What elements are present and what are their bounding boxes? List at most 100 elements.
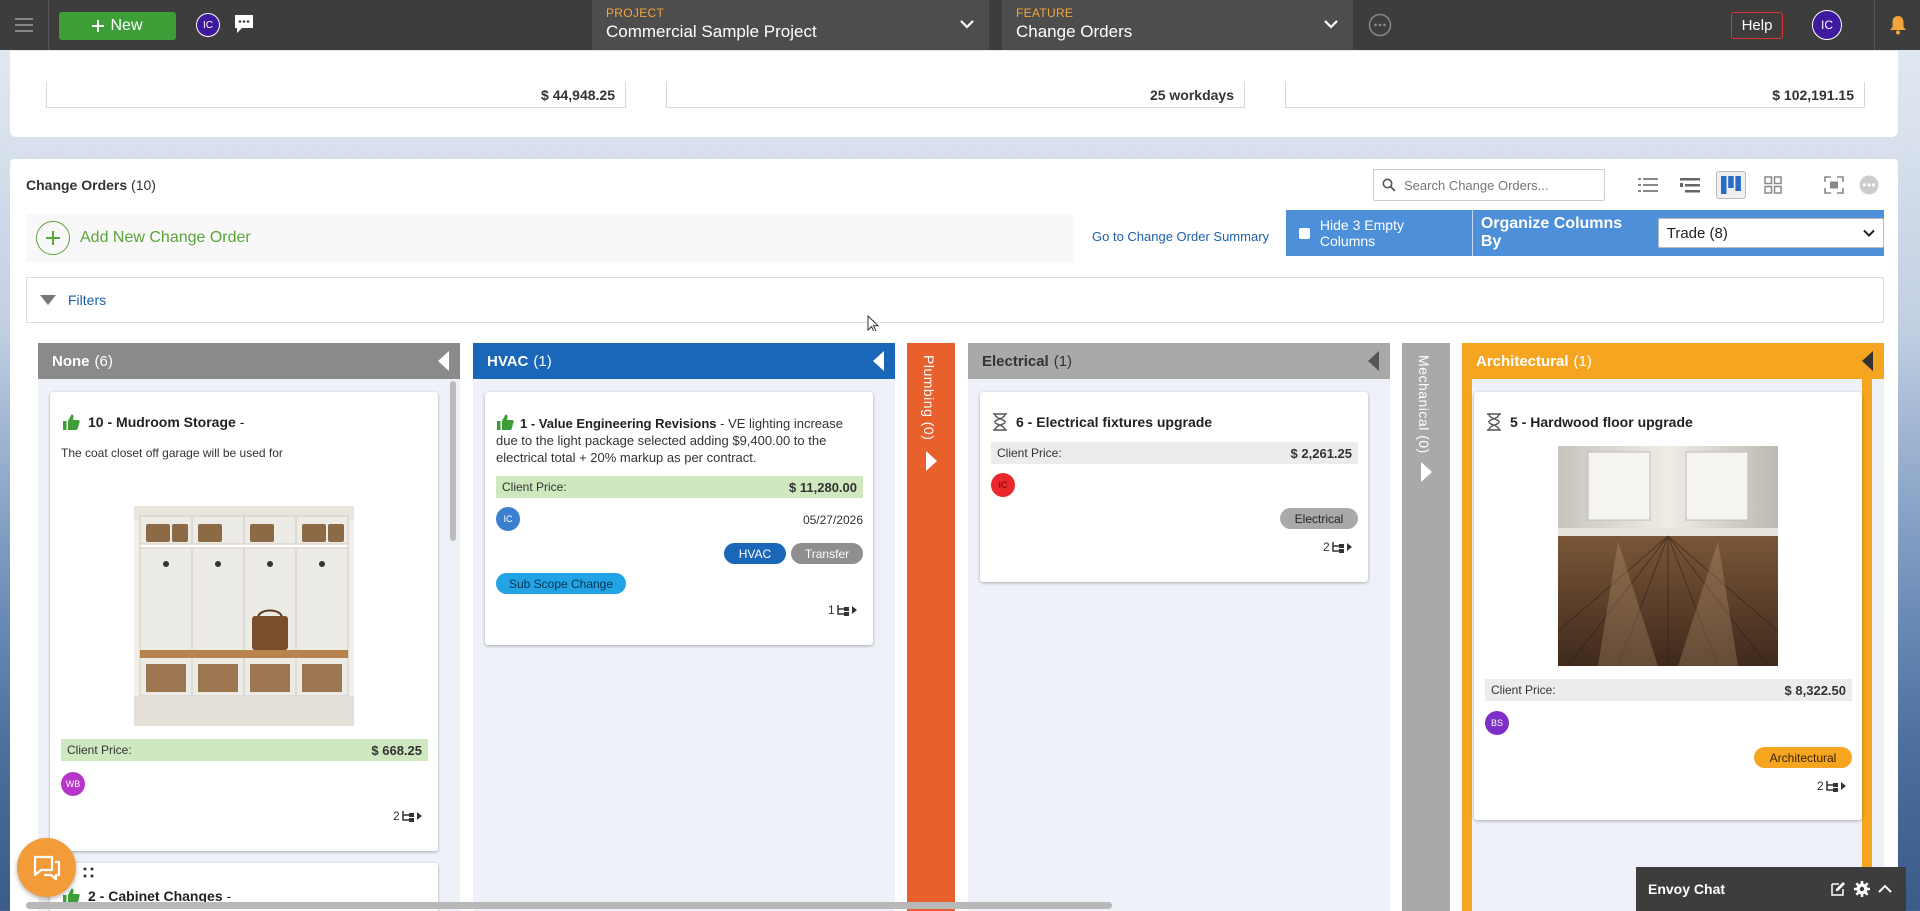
assignee-avatar: IC <box>496 507 520 531</box>
more-options-icon[interactable] <box>1368 13 1392 37</box>
expand-right-icon[interactable] <box>1420 462 1432 482</box>
feature-selector[interactable]: FEATURE Change Orders <box>1002 0 1353 50</box>
grid-view-icon[interactable] <box>1758 171 1788 199</box>
client-price-value: $ 668.25 <box>371 742 422 758</box>
card-number: 1 <box>520 416 528 431</box>
user-initials: IC <box>203 19 213 31</box>
client-price-label: Client Price: <box>997 446 1062 460</box>
chat-launcher-button[interactable] <box>17 838 76 897</box>
messages-icon[interactable] <box>233 13 255 35</box>
column-count: (1) <box>533 352 552 370</box>
gear-icon[interactable] <box>1854 881 1870 897</box>
notifications-button[interactable] <box>1874 0 1920 50</box>
tag-electrical: Electrical <box>1280 508 1358 529</box>
hamburger-menu-icon[interactable] <box>0 0 49 50</box>
tag-transfer-label: Transfer <box>804 546 850 561</box>
sub-items-count: 2 <box>1323 540 1330 554</box>
assignee-initials: WB <box>65 779 81 789</box>
sub-items-link[interactable]: 1 <box>828 603 859 617</box>
card-value-engineering[interactable]: 1 - Value Engineering Revisions - VE lig… <box>485 392 873 645</box>
column-scrollbar[interactable] <box>450 381 456 541</box>
assignee-initials: BS <box>1490 718 1503 728</box>
column-count: (1) <box>1053 352 1073 370</box>
user-avatar[interactable]: IC <box>196 13 220 37</box>
chevron-up-icon[interactable] <box>1878 884 1892 894</box>
search-input[interactable]: Search Change Orders... <box>1373 169 1605 201</box>
fullscreen-icon[interactable] <box>1819 171 1849 199</box>
collapse-left-icon[interactable] <box>438 351 450 371</box>
tag-sub-scope-change: Sub Scope Change <box>496 573 626 594</box>
indented-list-view-icon[interactable] <box>1675 171 1705 199</box>
column-mechanical-collapsed[interactable]: Mechanical (0) <box>1402 343 1450 911</box>
section-title-text: Change Orders <box>26 177 128 193</box>
add-change-order-label: Add New Change Order <box>80 229 251 246</box>
sub-items-link[interactable]: 2 <box>393 809 424 823</box>
card-title: Mudroom Storage <box>116 414 236 430</box>
help-button[interactable]: Help <box>1731 12 1783 39</box>
account-initials: IC <box>1821 18 1833 32</box>
expand-right-icon[interactable] <box>925 451 937 471</box>
sub-items-link[interactable]: 2 <box>1817 779 1848 793</box>
hide-empty-label: Hide 3 Empty Columns <box>1319 217 1404 249</box>
top-nav: New IC PROJECT Commercial Sample Project… <box>0 0 1920 50</box>
add-change-order-button[interactable]: Add New Change Order <box>27 214 1073 262</box>
thumbs-up-icon <box>63 414 80 430</box>
plus-icon <box>92 20 105 32</box>
client-price-row: Client Price: $ 8,322.50 <box>1485 679 1852 701</box>
card-title: Electrical fixtures upgrade <box>1036 414 1213 430</box>
tag-architectural-label: Architectural <box>1769 750 1837 765</box>
column-count: (6) <box>94 352 113 370</box>
change-order-summary-link[interactable]: Go to Change Order Summary <box>1092 229 1269 244</box>
column-border-right <box>1862 379 1872 911</box>
collapse-left-icon[interactable] <box>1862 351 1874 371</box>
hide-empty-checkbox[interactable] <box>1299 227 1310 239</box>
hourglass-icon <box>993 413 1007 431</box>
new-button[interactable]: New <box>59 12 176 40</box>
chevron-down-icon <box>1324 20 1338 29</box>
card-hardwood-floor[interactable]: 5 - Hardwood floor upgrade Client Price:… <box>1474 392 1862 820</box>
card-mudroom-storage[interactable]: 10 - Mudroom Storage - The coat closet o… <box>50 392 438 851</box>
summary-total-value: $ 102,191.15 <box>1772 86 1854 103</box>
board-view-icon[interactable] <box>1716 171 1746 199</box>
new-button-label: New <box>110 17 143 34</box>
card-number: 10 <box>88 414 104 430</box>
card-number: 6 <box>1016 414 1024 430</box>
column-header-none: None (6) <box>38 343 460 379</box>
hide-empty-columns-toggle[interactable]: Hide 3 Empty Columns <box>1286 210 1473 256</box>
list-view-icon[interactable] <box>1633 171 1663 199</box>
account-avatar[interactable]: IC <box>1812 10 1842 40</box>
envoy-chat-bar[interactable]: Envoy Chat <box>1636 867 1906 911</box>
collapse-left-icon[interactable] <box>873 351 885 371</box>
client-price-value: $ 8,322.50 <box>1784 682 1846 698</box>
column-header-electrical: Electrical (1) <box>968 343 1390 379</box>
board-horizontal-scrollbar[interactable] <box>26 902 1112 909</box>
compose-icon[interactable] <box>1830 881 1846 897</box>
drag-handle-icon[interactable] <box>82 866 96 880</box>
assignee-initials: IC <box>503 514 513 524</box>
column-plumbing-collapsed[interactable]: Plumbing (0) <box>907 343 955 911</box>
chevron-down-icon <box>960 20 974 29</box>
hierarchy-icon <box>836 605 857 616</box>
client-price-row: Client Price: $ 2,261.25 <box>991 442 1358 464</box>
summary-schedule-value: 25 workdays <box>1149 86 1234 103</box>
column-name: HVAC <box>487 352 529 370</box>
hierarchy-icon <box>1825 781 1846 792</box>
project-selector[interactable]: PROJECT Commercial Sample Project <box>592 0 989 50</box>
search-placeholder: Search Change Orders... <box>1404 177 1549 193</box>
card-title: Value Engineering Revisions <box>538 416 717 431</box>
feature-label: FEATURE <box>1016 6 1074 20</box>
summary-schedule: 25 workdays <box>666 82 1245 108</box>
filters-toggle[interactable]: Filters <box>26 277 1884 323</box>
panel-options-icon[interactable] <box>1854 171 1884 199</box>
section-title: Change Orders (10) <box>26 177 156 193</box>
feature-value: Change Orders <box>1016 22 1133 41</box>
mudroom-image <box>134 506 354 726</box>
client-price-label: Client Price: <box>1491 683 1556 697</box>
card-title: Hardwood floor upgrade <box>1530 414 1693 430</box>
organize-select[interactable]: Trade (8) <box>1657 218 1884 248</box>
tag-electrical-label: Electrical <box>1294 511 1344 526</box>
collapse-left-icon[interactable] <box>1368 351 1380 371</box>
tag-architectural: Architectural <box>1754 747 1852 768</box>
card-electrical-fixtures[interactable]: 6 - Electrical fixtures upgrade Client P… <box>980 392 1368 582</box>
sub-items-link[interactable]: 2 <box>1323 540 1354 554</box>
